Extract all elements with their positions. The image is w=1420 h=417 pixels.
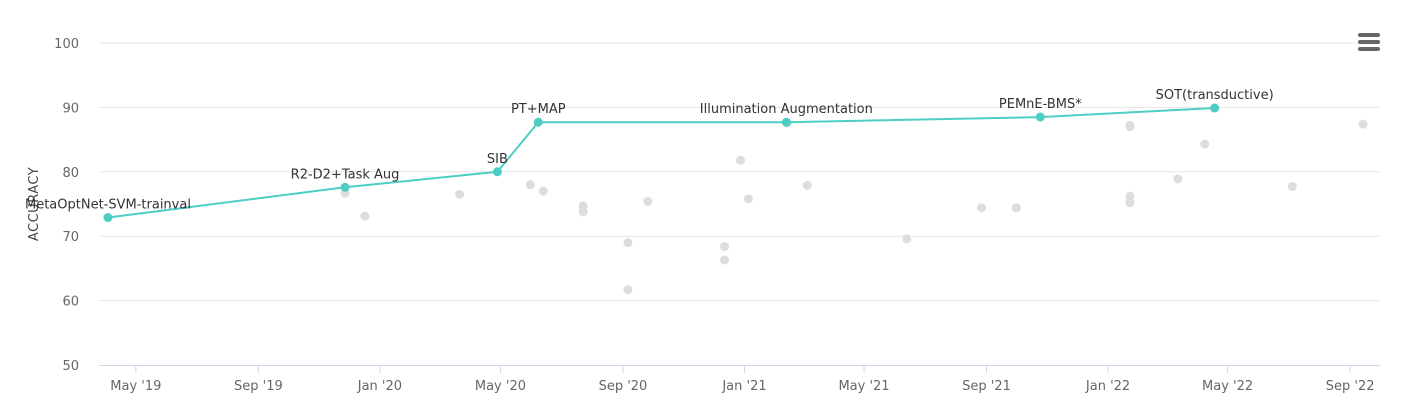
other-point[interactable] xyxy=(1358,119,1368,129)
other-point[interactable] xyxy=(743,194,753,204)
y-tick-label: 60 xyxy=(62,295,79,310)
other-point[interactable] xyxy=(525,180,535,190)
sota-point-label: SIB xyxy=(487,152,508,167)
other-point[interactable] xyxy=(802,180,812,190)
x-tick-label: May '22 xyxy=(1202,379,1253,394)
point-labels: MetaOptNet-SVM-trainval R2-D2+Task Aug SIB… xyxy=(25,88,1274,212)
x-tick-label: Sep '20 xyxy=(599,379,648,394)
sota-point[interactable] xyxy=(103,213,113,223)
sota-point-label: MetaOptNet-SVM-trainval xyxy=(25,198,191,213)
other-point[interactable] xyxy=(1200,139,1210,149)
sota-line-path xyxy=(107,107,1215,219)
x-tick-label: Sep '22 xyxy=(1326,379,1375,394)
other-point[interactable] xyxy=(623,285,633,295)
other-point[interactable] xyxy=(902,234,912,244)
x-tick-label: Sep '21 xyxy=(962,379,1011,394)
sota-point[interactable] xyxy=(781,117,791,127)
x-tick-label: Jan '21 xyxy=(721,379,766,394)
other-point[interactable] xyxy=(538,186,548,196)
x-tick-labels: May '19 Sep '19 Jan '20 May '20 Sep '20 Jan '… xyxy=(110,379,1374,394)
sota-point[interactable] xyxy=(1035,112,1045,122)
hamburger-menu-icon[interactable] xyxy=(1358,33,1386,57)
other-point[interactable] xyxy=(720,255,730,265)
x-tick-label: May '21 xyxy=(838,379,889,394)
other-point[interactable] xyxy=(1287,182,1297,192)
chart-svg: 5060708090100 May '19 Sep '19 Jan '20 May '… xyxy=(25,37,1380,394)
other-point[interactable] xyxy=(720,242,730,252)
other-point[interactable] xyxy=(643,196,653,206)
other-point[interactable] xyxy=(578,207,588,217)
x-axis xyxy=(99,365,1380,373)
y-tick-label: 70 xyxy=(62,230,79,245)
y-tick-label: 100 xyxy=(54,37,79,52)
sota-point-label: R2-D2+Task Aug xyxy=(291,167,400,182)
sota-point[interactable] xyxy=(533,117,543,127)
x-tick-label: May '20 xyxy=(475,379,526,394)
other-point[interactable] xyxy=(1011,203,1021,213)
x-tick-label: Sep '19 xyxy=(234,379,283,394)
sota-point[interactable] xyxy=(340,182,350,192)
y-tick-label: 80 xyxy=(62,166,79,181)
x-tick-label: Jan '22 xyxy=(1085,379,1130,394)
other-point[interactable] xyxy=(1125,122,1135,132)
sota-point[interactable] xyxy=(1210,103,1220,113)
other-point[interactable] xyxy=(735,155,745,165)
other-point[interactable] xyxy=(977,203,987,213)
y-tick-label: 90 xyxy=(62,101,79,116)
other-point[interactable] xyxy=(623,238,633,248)
x-tick-label: May '19 xyxy=(110,379,161,394)
sota-point[interactable] xyxy=(492,167,502,177)
other-point[interactable] xyxy=(1173,174,1183,184)
other-point[interactable] xyxy=(455,189,465,199)
sota-point-label: PEMnE-BMS* xyxy=(999,97,1082,112)
sota-point-label: SOT(transductive) xyxy=(1156,88,1274,103)
sota-point-label: Illumination Augmentation xyxy=(700,102,873,117)
other-point[interactable] xyxy=(1125,198,1135,208)
sota-line xyxy=(107,107,1215,219)
sota-point-label: PT+MAP xyxy=(511,102,566,117)
other-point[interactable] xyxy=(360,211,370,221)
other-points xyxy=(340,118,1368,295)
x-tick-label: Jan '20 xyxy=(357,379,402,394)
y-tick-label: 50 xyxy=(62,359,79,374)
